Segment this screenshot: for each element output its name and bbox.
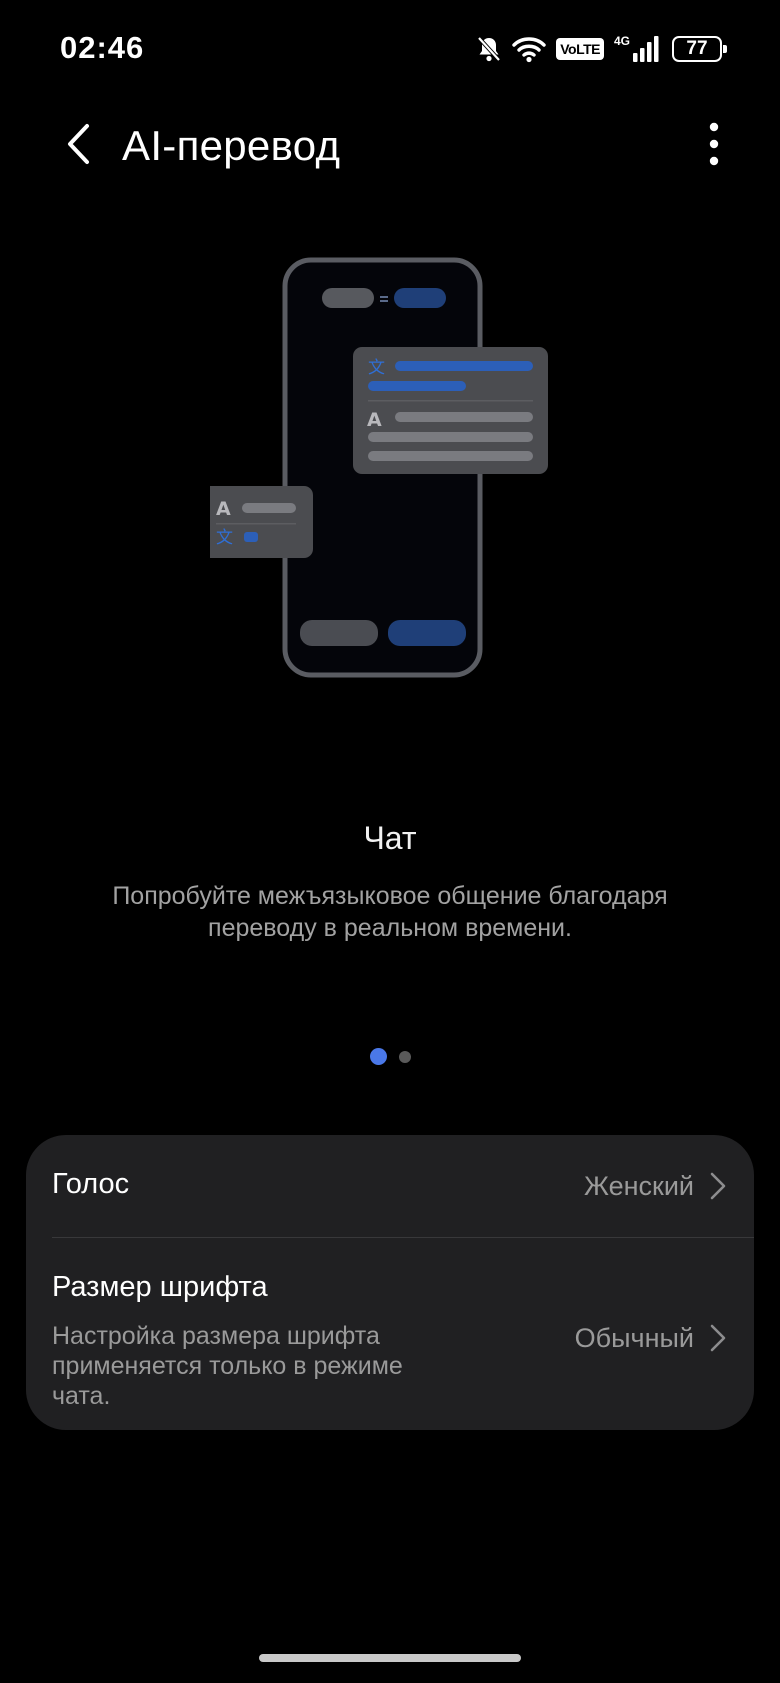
font-size-setting-row[interactable]: Размер шрифта Настройка размера шрифта п… bbox=[26, 1239, 754, 1430]
chat-translation-illustration: 文 A A 文 bbox=[202, 255, 600, 715]
wifi-icon bbox=[512, 35, 546, 63]
chevron-right-icon bbox=[708, 1323, 728, 1353]
translate-glyph: 文 bbox=[368, 358, 385, 378]
status-time: 02:46 bbox=[60, 30, 145, 65]
voice-value: Женский bbox=[583, 1171, 694, 1201]
voice-setting-row[interactable]: Голос Женский bbox=[26, 1135, 754, 1237]
chevron-left-icon bbox=[65, 123, 91, 170]
divider bbox=[52, 1237, 754, 1238]
font-size-label: Размер шрифта bbox=[52, 1271, 268, 1303]
app-header: AI-перевод bbox=[0, 100, 780, 200]
battery-icon: 77 bbox=[672, 36, 727, 62]
slide-title: Чат bbox=[363, 820, 417, 856]
gesture-nav-handle[interactable] bbox=[259, 1654, 521, 1662]
font-size-value: Обычный bbox=[574, 1323, 694, 1353]
page-dot[interactable] bbox=[398, 1050, 411, 1063]
svg-text:文: 文 bbox=[216, 528, 233, 548]
page-title: AI-перевод bbox=[122, 122, 341, 169]
bell-muted-icon bbox=[476, 35, 502, 63]
back-button[interactable] bbox=[56, 120, 100, 172]
voice-label: Голос bbox=[52, 1168, 130, 1200]
network-type-label: 4G bbox=[613, 34, 630, 48]
more-vertical-icon bbox=[709, 122, 719, 171]
slide-description: Попробуйте межъязыковое общение благодар… bbox=[112, 882, 668, 942]
volte-icon: VoLTE bbox=[556, 38, 604, 60]
more-options-button[interactable] bbox=[694, 118, 734, 174]
status-bar: 02:46 VoLTE 4G 77 bbox=[0, 0, 780, 100]
screen: 02:46 VoLTE 4G 77 AI-перевод 文 A A 文 Чат… bbox=[0, 0, 780, 1683]
font-size-description: Настройка размера шрифта применяется тол… bbox=[52, 1322, 403, 1410]
svg-text:A: A bbox=[216, 498, 231, 520]
battery-level: 77 bbox=[686, 38, 708, 59]
page-dot-active[interactable] bbox=[369, 1048, 387, 1065]
chevron-right-icon bbox=[708, 1171, 728, 1201]
latin-glyph: A bbox=[367, 409, 382, 431]
page-indicator[interactable] bbox=[0, 1048, 780, 1065]
status-icons: VoLTE 4G 77 bbox=[476, 32, 727, 66]
signal-icon bbox=[632, 35, 662, 63]
settings-card: Голос Женский Размер шрифта Настройка ра… bbox=[26, 1135, 754, 1430]
